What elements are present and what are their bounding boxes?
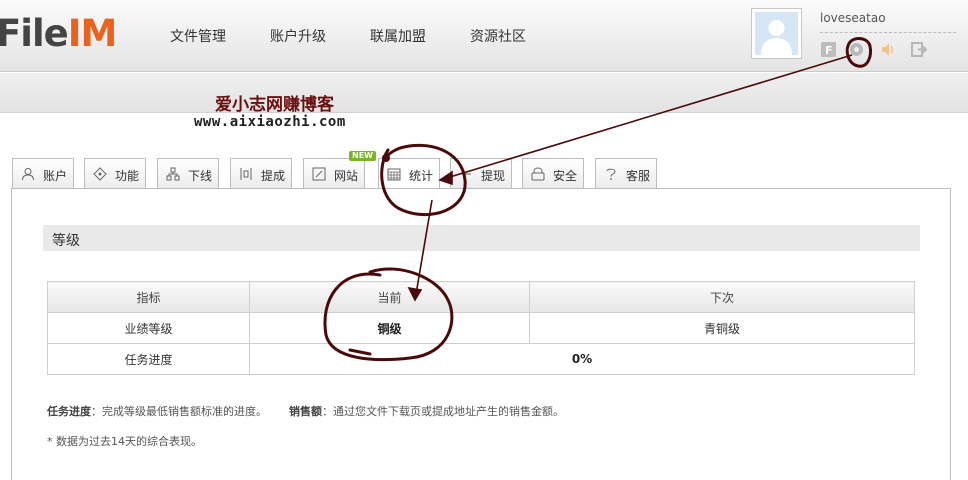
sales-text: ：通过您文件下载页或提成地址产生的销售金额。 (322, 405, 564, 418)
question-icon (604, 167, 618, 181)
header-next: 下次 (529, 281, 915, 313)
top-header: FileIM 文件管理 账户升级 联属加盟 资源社区 loveseatao F (0, 0, 968, 72)
tab-security-label: 安全 (553, 169, 578, 183)
tab-downline[interactable]: 下线 (157, 158, 219, 188)
level-table: 指标 当前 下次 业绩等级 铜级 青铜级 任务进度 0% (47, 281, 915, 375)
tab-support[interactable]: 客服 (595, 158, 657, 188)
user-divider (820, 32, 956, 33)
sub-header-band (0, 73, 968, 113)
header-metric: 指标 (47, 281, 250, 313)
tree-icon (166, 167, 180, 181)
avatar[interactable] (751, 8, 802, 59)
level-section-bar (43, 225, 920, 251)
legend-note: 任务进度：完成等级最低销售额标准的进度。 销售额：通过您文件下载页或提成地址产生的… (47, 403, 564, 419)
table-row: 任务进度 0% (47, 343, 915, 375)
nav-affiliate[interactable]: 联属加盟 (370, 26, 426, 46)
tab-website-label: 网站 (334, 169, 359, 183)
logout-icon[interactable] (910, 41, 928, 58)
nav-account-upgrade[interactable]: 账户升级 (270, 26, 326, 46)
tab-withdraw-label: 提现 (481, 169, 506, 183)
gear-icon[interactable] (848, 41, 865, 58)
tab-account[interactable]: 账户 (12, 158, 74, 188)
row-label: 业绩等级 (47, 312, 250, 344)
logo-file-text: File (0, 12, 69, 55)
nav-community[interactable]: 资源社区 (470, 26, 526, 46)
watermark-title: 爱小志网赚博客 (215, 95, 334, 115)
tab-statistics-label: 统计 (409, 169, 434, 183)
next-level: 青铜级 (529, 312, 915, 344)
footnote: * 数据为过去14天的综合表现。 (47, 435, 202, 448)
header-current: 当前 (249, 281, 530, 313)
withdraw-icon (459, 167, 473, 181)
avatar-placeholder-icon (761, 20, 792, 55)
tab-security[interactable]: 安全 (522, 158, 584, 188)
tab-website[interactable]: 网站 (303, 158, 365, 188)
tab-commission-label: 提成 (261, 169, 286, 183)
tab-withdraw[interactable]: 提现 (450, 158, 512, 188)
tab-account-label: 账户 (43, 169, 68, 183)
svg-text:F: F (825, 44, 833, 57)
task-text: ：完成等级最低销售额标准的进度。 (91, 405, 267, 418)
calendar-icon (387, 167, 401, 181)
f-icon[interactable]: F (820, 41, 837, 58)
new-badge: NEW (349, 151, 376, 161)
logo-im-text: IM (67, 12, 118, 55)
website-icon (312, 167, 326, 181)
commission-icon (239, 167, 253, 181)
tab-commission[interactable]: 提成 (230, 158, 292, 188)
tab-features[interactable]: 功能 (84, 158, 146, 188)
tab-statistics[interactable]: 统计 (378, 158, 440, 189)
user-icon (21, 167, 35, 181)
task-progress-value: 0% (249, 343, 915, 375)
fileim-logo[interactable]: FileIM (0, 12, 118, 56)
table-row: 业绩等级 铜级 青铜级 (47, 312, 915, 344)
tab-downline-label: 下线 (188, 169, 213, 183)
task-label: 任务进度 (47, 405, 91, 418)
diamond-icon (93, 167, 107, 181)
tab-support-label: 客服 (626, 169, 651, 183)
current-level: 铜级 (249, 312, 530, 344)
sound-icon[interactable] (880, 41, 897, 58)
watermark-url: www.aixiaozhi.com (194, 114, 346, 130)
row-label: 任务进度 (47, 343, 250, 375)
sales-label: 销售额 (289, 405, 322, 418)
tab-features-label: 功能 (115, 169, 140, 183)
nav-file-management[interactable]: 文件管理 (170, 26, 226, 46)
level-section-title: 等级 (52, 233, 80, 249)
lock-icon (531, 167, 545, 181)
username[interactable]: loveseatao (820, 11, 886, 25)
